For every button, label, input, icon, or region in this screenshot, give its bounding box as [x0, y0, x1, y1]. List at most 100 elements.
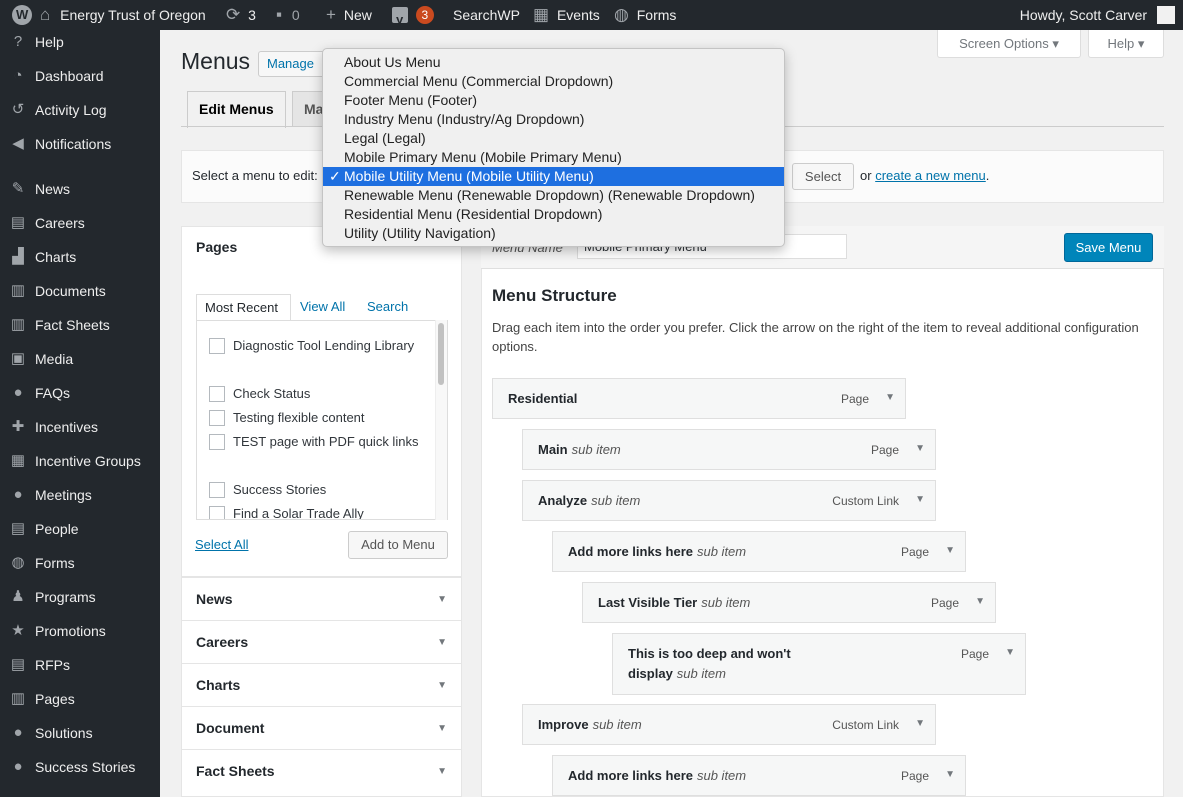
sidebar-item-activity-log[interactable]: ↺ Activity Log — [0, 93, 160, 127]
menu-select-dropdown[interactable]: About Us Menu Commercial Menu (Commercial… — [322, 48, 785, 247]
list-item[interactable]: Check Status — [209, 382, 429, 406]
sidebar-item-rfps[interactable]: ▤ RFPs — [0, 648, 160, 682]
sidebar-item-promotions[interactable]: ★ Promotions — [0, 614, 160, 648]
checklist-scrollbar[interactable] — [435, 320, 447, 520]
sidebar-item-help[interactable]: ? Help — [0, 25, 160, 59]
yoast-seo-link[interactable]: 3 — [392, 0, 434, 35]
pages-panel-title[interactable]: Pages — [196, 239, 237, 255]
accordion-charts[interactable]: Charts ▼ — [181, 663, 462, 707]
events-link[interactable]: ▦ Events — [533, 0, 600, 30]
tab-most-recent[interactable]: Most Recent — [196, 294, 291, 321]
select-all-link[interactable]: Select All — [195, 537, 248, 552]
caret-down-icon[interactable]: ▼ — [945, 769, 955, 780]
caret-down-icon[interactable]: ▼ — [885, 392, 895, 403]
sidebar-item-success-stories[interactable]: ● Success Stories — [0, 750, 160, 784]
menu-item[interactable]: Last Visible Tier sub item Page ▼ — [582, 582, 996, 623]
list-item[interactable]: Find a Solar Trade Ally — [209, 502, 429, 519]
caret-down-icon[interactable]: ▼ — [915, 718, 925, 729]
sidebar-item-label: News — [35, 181, 71, 197]
sidebar-item-pages[interactable]: ▥ Pages — [0, 682, 160, 716]
accordion-news[interactable]: News ▼ — [181, 577, 462, 621]
accordion-document[interactable]: Document ▼ — [181, 706, 462, 750]
checkbox[interactable] — [209, 385, 225, 402]
menu-item[interactable]: Add more links here sub item Page ▼ — [552, 755, 966, 796]
sidebar-item-dashboard[interactable]: ◔ Dashboard — [0, 59, 160, 93]
list-item[interactable]: Testing flexible content — [209, 406, 429, 430]
dropdown-option[interactable]: Footer Menu (Footer) — [323, 91, 784, 110]
list-item[interactable]: Diagnostic Tool Lending Library — [209, 334, 429, 358]
dropdown-option[interactable]: ✓ Mobile Utility Menu (Mobile Utility Men… — [323, 167, 784, 186]
accordion-careers[interactable]: Careers ▼ — [181, 620, 462, 664]
notifications-icon: ◀ — [12, 135, 24, 152]
sidebar-item-meetings[interactable]: ● Meetings — [0, 478, 160, 512]
menu-item[interactable]: This is too deep and won't display sub it… — [612, 633, 1026, 695]
notification-badge: 3 — [415, 6, 434, 24]
comments-link[interactable]: ▪ 0 — [276, 0, 300, 30]
create-new-menu-link[interactable]: create a new menu — [875, 168, 986, 183]
sidebar-item-programs[interactable]: ♟ Programs — [0, 580, 160, 614]
sidebar-item-incentives[interactable]: ✚ Incentives — [0, 410, 160, 444]
sidebar-item-faqs[interactable]: ● FAQs — [0, 376, 160, 410]
caret-down-icon[interactable]: ▼ — [915, 443, 925, 454]
add-to-menu-button[interactable]: Add to Menu — [348, 531, 448, 559]
searchwp-link[interactable]: SearchWP — [453, 0, 520, 30]
caret-down-icon[interactable]: ▼ — [915, 494, 925, 505]
sidebar-item-news[interactable]: ✎ News — [0, 172, 160, 206]
list-item[interactable]: Success Stories — [209, 478, 429, 502]
sidebar-item-people[interactable]: ▤ People — [0, 512, 160, 546]
my-account-link[interactable]: Howdy, Scott Carver — [1020, 0, 1175, 30]
sidebar-item-label: Success Stories — [35, 759, 136, 775]
menu-item-subtitle: sub item — [701, 595, 751, 610]
checkbox[interactable] — [209, 337, 225, 354]
caret-down-icon[interactable]: ▼ — [1005, 647, 1015, 658]
menu-item-subtitle: sub item — [696, 544, 747, 559]
dropdown-option[interactable]: Legal (Legal) — [323, 129, 784, 148]
sidebar-item-notifications[interactable]: ◀ Notifications — [0, 127, 160, 161]
menu-item[interactable]: Analyze sub item Custom Link ▼ — [522, 480, 936, 521]
dropdown-option[interactable]: Industry Menu (Industry/Ag Dropdown) — [323, 110, 784, 129]
sidebar-item-forms[interactable]: ◍ Forms — [0, 546, 160, 580]
menu-item-type: Page — [930, 596, 959, 610]
menu-item-title: Analyze sub item — [538, 493, 641, 508]
menu-item[interactable]: Add more links here sub item Page ▼ — [552, 531, 966, 572]
sidebar-item-media[interactable]: ▣ Media — [0, 342, 160, 376]
tab-search[interactable]: Search — [367, 299, 408, 314]
menu-item[interactable]: Main sub item Page ▼ — [522, 429, 936, 470]
dropdown-option[interactable]: Commercial Menu (Commercial Dropdown) — [323, 72, 784, 91]
new-content-link[interactable]: + New — [326, 0, 372, 30]
dropdown-option[interactable]: Mobile Primary Menu (Mobile Primary Menu… — [323, 148, 784, 167]
menu-item[interactable]: Improve sub item Custom Link ▼ — [522, 704, 936, 745]
comments-icon: ▪ — [276, 5, 283, 24]
caret-down-icon[interactable]: ▼ — [945, 545, 955, 556]
pages-checklist: Diagnostic Tool Lending Library Check St… — [196, 320, 448, 520]
forms-link[interactable]: ◍ Forms — [614, 0, 676, 30]
checkbox[interactable] — [209, 505, 225, 519]
sidebar-item-documents[interactable]: ▥ Documents — [0, 274, 160, 308]
sidebar-item-fact-sheets[interactable]: ▥ Fact Sheets — [0, 308, 160, 342]
tab-view-all[interactable]: View All — [300, 299, 345, 314]
sidebar-item-careers[interactable]: ▤ Careers — [0, 206, 160, 240]
scroll-thumb[interactable] — [438, 323, 444, 385]
sidebar-item-incentive-groups[interactable]: ▦ Incentive Groups — [0, 444, 160, 478]
caret-down-icon[interactable]: ▼ — [975, 596, 985, 607]
updates-link[interactable]: ⟳ 3 — [226, 0, 256, 30]
screen-options-button[interactable]: Screen Options ▾ — [937, 30, 1081, 58]
list-item[interactable]: TEST page with PDF quick links — [209, 430, 429, 454]
checkbox[interactable] — [209, 409, 225, 426]
dropdown-option[interactable]: Renewable Menu (Renewable Dropdown) (Ren… — [323, 186, 784, 205]
dropdown-option[interactable]: Residential Menu (Residential Dropdown) — [323, 205, 784, 224]
save-menu-button[interactable]: Save Menu — [1064, 233, 1153, 262]
menu-item-type: Page — [900, 545, 929, 559]
checkbox[interactable] — [209, 433, 225, 450]
select-button[interactable]: Select — [792, 163, 854, 190]
sidebar-item-charts[interactable]: ▟ Charts — [0, 240, 160, 274]
tab-edit-menus[interactable]: Edit Menus — [187, 91, 286, 128]
sidebar-item-solutions[interactable]: ● Solutions — [0, 716, 160, 750]
caret-down-icon: ▼ — [437, 594, 447, 605]
dropdown-option[interactable]: Utility (Utility Navigation) — [323, 224, 784, 243]
help-button[interactable]: Help ▾ — [1088, 30, 1164, 58]
menu-item[interactable]: Residential Page ▼ — [492, 378, 906, 419]
dropdown-option[interactable]: About Us Menu — [323, 53, 784, 72]
accordion-fact-sheets[interactable]: Fact Sheets ▼ — [181, 749, 462, 797]
checkbox[interactable] — [209, 481, 225, 498]
